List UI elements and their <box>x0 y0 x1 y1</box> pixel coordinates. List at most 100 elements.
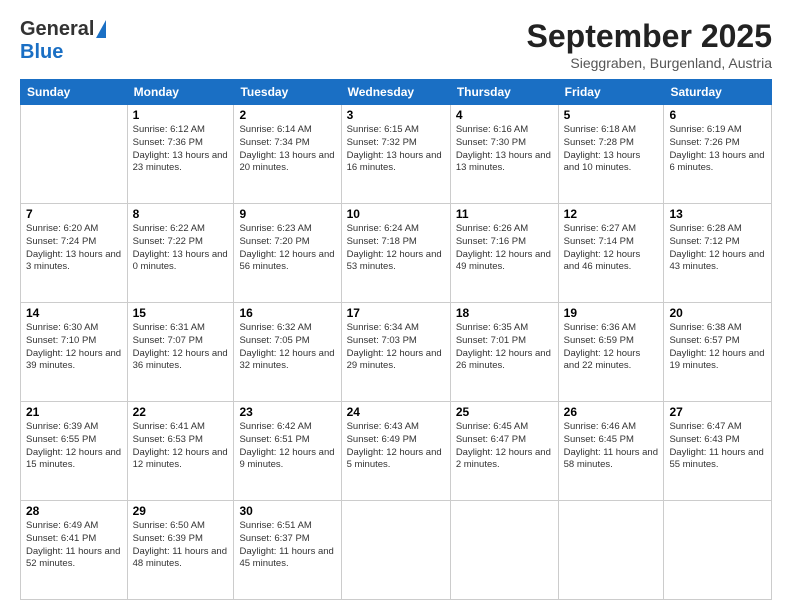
calendar-cell: 10 Sunrise: 6:24 AM Sunset: 7:18 PM Dayli… <box>341 204 450 303</box>
day-info: Sunrise: 6:14 AM Sunset: 7:34 PM Dayligh… <box>239 124 335 175</box>
day-info: Sunrise: 6:46 AM Sunset: 6:45 PM Dayligh… <box>564 421 659 472</box>
day-number: 1 <box>133 108 229 122</box>
calendar-cell: 17Sunrise: 6:34 AM Sunset: 7:03 PM Dayli… <box>341 303 450 402</box>
calendar-cell: 23Sunrise: 6:42 AM Sunset: 6:51 PM Dayli… <box>234 402 341 501</box>
day-number: 7 <box>26 207 122 221</box>
calendar-cell: 5 Sunrise: 6:18 AM Sunset: 7:28 PM Daylig… <box>558 105 664 204</box>
calendar-cell: 18 Sunrise: 6:35 AM Sunset: 7:01 PM Dayli… <box>450 303 558 402</box>
calendar-cell <box>558 501 664 600</box>
calendar-cell: 9Sunrise: 6:23 AM Sunset: 7:20 PM Daylig… <box>234 204 341 303</box>
calendar-cell: 26 Sunrise: 6:46 AM Sunset: 6:45 PM Dayli… <box>558 402 664 501</box>
day-number: 12 <box>564 207 659 221</box>
calendar-cell: 13 Sunrise: 6:28 AM Sunset: 7:12 PM Dayli… <box>664 204 772 303</box>
day-number: 22 <box>133 405 229 419</box>
calendar-cell: 27 Sunrise: 6:47 AM Sunset: 6:43 PM Dayli… <box>664 402 772 501</box>
day-number: 23 <box>239 405 335 419</box>
calendar-cell: 7 Sunrise: 6:20 AM Sunset: 7:24 PM Daylig… <box>21 204 128 303</box>
day-number: 9 <box>239 207 335 221</box>
calendar-cell: 16 Sunrise: 6:32 AM Sunset: 7:05 PM Dayli… <box>234 303 341 402</box>
calendar-week-row: 28Sunrise: 6:49 AM Sunset: 6:41 PM Dayli… <box>21 501 772 600</box>
calendar-day-header: Monday <box>127 80 234 105</box>
calendar-cell: 30 Sunrise: 6:51 AM Sunset: 6:37 PM Dayli… <box>234 501 341 600</box>
calendar-day-header: Tuesday <box>234 80 341 105</box>
day-info: Sunrise: 6:19 AM Sunset: 7:26 PM Dayligh… <box>669 124 766 175</box>
calendar-header-row: SundayMondayTuesdayWednesdayThursdayFrid… <box>21 80 772 105</box>
day-info: Sunrise: 6:47 AM Sunset: 6:43 PM Dayligh… <box>669 421 766 472</box>
day-number: 27 <box>669 405 766 419</box>
calendar-week-row: 7 Sunrise: 6:20 AM Sunset: 7:24 PM Daylig… <box>21 204 772 303</box>
day-number: 21 <box>26 405 122 419</box>
header: General Blue September 2025 Sieggraben, … <box>20 18 772 71</box>
logo-triangle-icon <box>96 20 106 38</box>
day-info: Sunrise: 6:31 AM Sunset: 7:07 PM Dayligh… <box>133 322 229 373</box>
day-info: Sunrise: 6:18 AM Sunset: 7:28 PM Dayligh… <box>564 124 659 175</box>
day-number: 3 <box>347 108 445 122</box>
day-info: Sunrise: 6:41 AM Sunset: 6:53 PM Dayligh… <box>133 421 229 472</box>
day-number: 8 <box>133 207 229 221</box>
calendar-day-header: Friday <box>558 80 664 105</box>
calendar-cell: 22 Sunrise: 6:41 AM Sunset: 6:53 PM Dayli… <box>127 402 234 501</box>
day-number: 5 <box>564 108 659 122</box>
day-info: Sunrise: 6:24 AM Sunset: 7:18 PM Dayligh… <box>347 223 445 274</box>
day-number: 4 <box>456 108 553 122</box>
subtitle: Sieggraben, Burgenland, Austria <box>527 55 772 71</box>
day-number: 26 <box>564 405 659 419</box>
calendar-cell: 25Sunrise: 6:45 AM Sunset: 6:47 PM Dayli… <box>450 402 558 501</box>
day-number: 13 <box>669 207 766 221</box>
calendar-cell <box>450 501 558 600</box>
day-info: Sunrise: 6:50 AM Sunset: 6:39 PM Dayligh… <box>133 520 229 571</box>
day-info: Sunrise: 6:28 AM Sunset: 7:12 PM Dayligh… <box>669 223 766 274</box>
calendar-cell: 15 Sunrise: 6:31 AM Sunset: 7:07 PM Dayli… <box>127 303 234 402</box>
day-number: 18 <box>456 306 553 320</box>
calendar-cell: 12 Sunrise: 6:27 AM Sunset: 7:14 PM Dayli… <box>558 204 664 303</box>
logo-general-text: General <box>20 18 94 41</box>
day-info: Sunrise: 6:15 AM Sunset: 7:32 PM Dayligh… <box>347 124 445 175</box>
day-info: Sunrise: 6:20 AM Sunset: 7:24 PM Dayligh… <box>26 223 122 274</box>
main-title: September 2025 <box>527 18 772 55</box>
day-number: 25 <box>456 405 553 419</box>
day-info: Sunrise: 6:43 AM Sunset: 6:49 PM Dayligh… <box>347 421 445 472</box>
day-number: 28 <box>26 504 122 518</box>
calendar-week-row: 1 Sunrise: 6:12 AM Sunset: 7:36 PM Daylig… <box>21 105 772 204</box>
calendar-cell: 24Sunrise: 6:43 AM Sunset: 6:49 PM Dayli… <box>341 402 450 501</box>
day-info: Sunrise: 6:32 AM Sunset: 7:05 PM Dayligh… <box>239 322 335 373</box>
day-number: 30 <box>239 504 335 518</box>
day-info: Sunrise: 6:27 AM Sunset: 7:14 PM Dayligh… <box>564 223 659 274</box>
calendar-week-row: 21 Sunrise: 6:39 AM Sunset: 6:55 PM Dayli… <box>21 402 772 501</box>
page: General Blue September 2025 Sieggraben, … <box>0 0 792 612</box>
calendar-day-header: Wednesday <box>341 80 450 105</box>
calendar-cell: 4 Sunrise: 6:16 AM Sunset: 7:30 PM Daylig… <box>450 105 558 204</box>
logo: General Blue <box>20 18 106 64</box>
calendar-cell: 29 Sunrise: 6:50 AM Sunset: 6:39 PM Dayli… <box>127 501 234 600</box>
calendar-cell: 6 Sunrise: 6:19 AM Sunset: 7:26 PM Daylig… <box>664 105 772 204</box>
day-info: Sunrise: 6:16 AM Sunset: 7:30 PM Dayligh… <box>456 124 553 175</box>
day-info: Sunrise: 6:51 AM Sunset: 6:37 PM Dayligh… <box>239 520 335 571</box>
calendar-table: SundayMondayTuesdayWednesdayThursdayFrid… <box>20 79 772 600</box>
day-info: Sunrise: 6:38 AM Sunset: 6:57 PM Dayligh… <box>669 322 766 373</box>
day-info: Sunrise: 6:35 AM Sunset: 7:01 PM Dayligh… <box>456 322 553 373</box>
day-number: 20 <box>669 306 766 320</box>
day-number: 16 <box>239 306 335 320</box>
calendar-cell: 8Sunrise: 6:22 AM Sunset: 7:22 PM Daylig… <box>127 204 234 303</box>
day-number: 29 <box>133 504 229 518</box>
day-number: 14 <box>26 306 122 320</box>
calendar-cell <box>21 105 128 204</box>
calendar-week-row: 14Sunrise: 6:30 AM Sunset: 7:10 PM Dayli… <box>21 303 772 402</box>
calendar-cell: 14Sunrise: 6:30 AM Sunset: 7:10 PM Dayli… <box>21 303 128 402</box>
calendar-cell <box>341 501 450 600</box>
calendar-day-header: Thursday <box>450 80 558 105</box>
calendar-cell <box>664 501 772 600</box>
calendar-cell: 11Sunrise: 6:26 AM Sunset: 7:16 PM Dayli… <box>450 204 558 303</box>
calendar-cell: 20 Sunrise: 6:38 AM Sunset: 6:57 PM Dayli… <box>664 303 772 402</box>
calendar-cell: 2Sunrise: 6:14 AM Sunset: 7:34 PM Daylig… <box>234 105 341 204</box>
day-info: Sunrise: 6:12 AM Sunset: 7:36 PM Dayligh… <box>133 124 229 175</box>
day-number: 6 <box>669 108 766 122</box>
day-info: Sunrise: 6:39 AM Sunset: 6:55 PM Dayligh… <box>26 421 122 472</box>
calendar-cell: 19Sunrise: 6:36 AM Sunset: 6:59 PM Dayli… <box>558 303 664 402</box>
day-number: 11 <box>456 207 553 221</box>
title-block: September 2025 Sieggraben, Burgenland, A… <box>527 18 772 71</box>
calendar-cell: 28Sunrise: 6:49 AM Sunset: 6:41 PM Dayli… <box>21 501 128 600</box>
day-info: Sunrise: 6:34 AM Sunset: 7:03 PM Dayligh… <box>347 322 445 373</box>
day-number: 15 <box>133 306 229 320</box>
day-number: 10 <box>347 207 445 221</box>
